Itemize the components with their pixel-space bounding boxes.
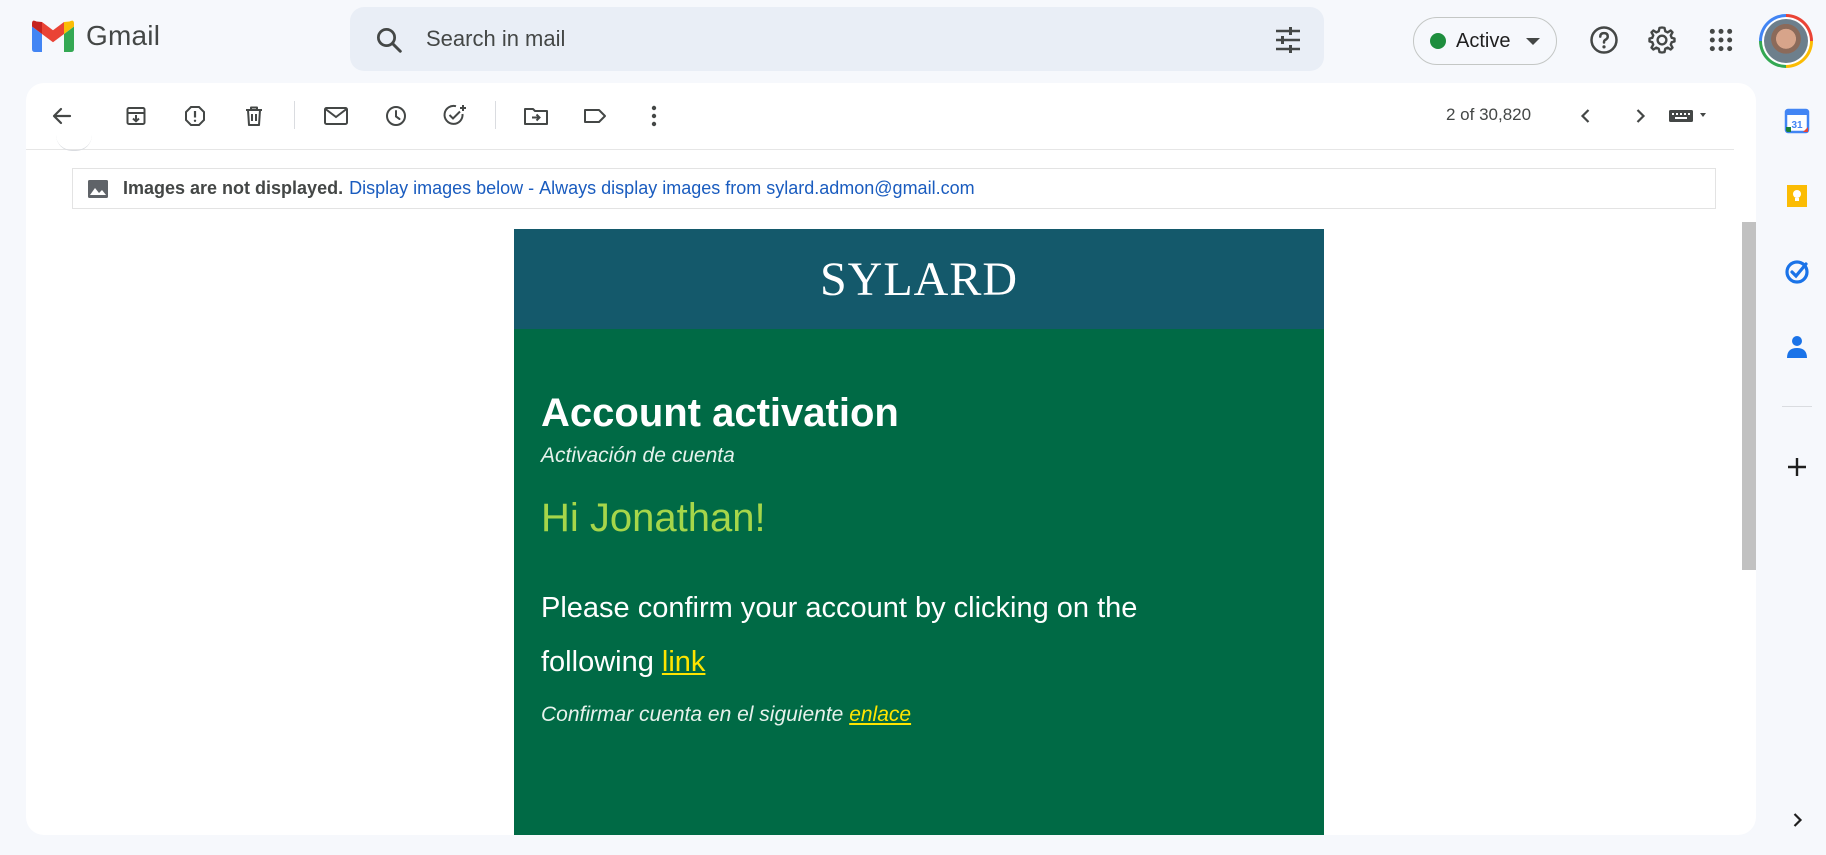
- gmail-m-icon: [32, 20, 74, 52]
- images-hidden-banner: Images are not displayed. Display images…: [72, 168, 1716, 209]
- chevron-left-icon[interactable]: [1570, 100, 1602, 132]
- back-arrow-icon[interactable]: [46, 100, 78, 132]
- keep-notes-icon[interactable]: [1783, 182, 1811, 210]
- calendar-icon[interactable]: 31: [1783, 107, 1811, 135]
- label-tag-icon[interactable]: [579, 100, 611, 132]
- confirm-message-es: Confirmar cuenta en el siguiente enlace: [541, 703, 1297, 727]
- confirm-link-es[interactable]: enlace: [849, 703, 911, 726]
- status-dot-icon: [1430, 33, 1446, 49]
- toolbar-divider: [294, 101, 295, 129]
- email-brand-header: SYLARD: [514, 229, 1324, 329]
- input-tools-keyboard-icon[interactable]: [1662, 100, 1722, 132]
- settings-gear-icon[interactable]: [1644, 22, 1680, 58]
- delete-trash-icon[interactable]: [238, 100, 270, 132]
- search-options-icon[interactable]: [1274, 27, 1302, 53]
- add-to-tasks-icon[interactable]: [439, 100, 471, 132]
- calendar-day: 31: [1791, 120, 1803, 131]
- confirm-message-es-text: Confirmar cuenta en el siguiente: [541, 703, 844, 726]
- message-counter: 2 of 30,820: [1446, 105, 1532, 124]
- message-toolbar: 2 of 30,820: [26, 83, 1756, 147]
- confirm-message: Please confirm your account by clicking …: [541, 581, 1181, 689]
- apps-grid-icon[interactable]: [1703, 22, 1739, 58]
- confirm-message-text: Please confirm your account by clicking …: [541, 592, 1138, 678]
- email-body: Account activation Activación de cuenta …: [514, 329, 1324, 835]
- archive-icon[interactable]: [120, 100, 152, 132]
- status-dropdown[interactable]: Active: [1413, 17, 1557, 65]
- side-panel-divider: [1782, 406, 1812, 407]
- app-name: Gmail: [86, 20, 161, 51]
- gmail-logo[interactable]: Gmail: [32, 20, 160, 52]
- toolbar-divider: [495, 101, 496, 129]
- add-addon-plus-icon[interactable]: [1783, 453, 1811, 481]
- chevron-down-icon: [1526, 37, 1541, 45]
- status-label: Active: [1456, 29, 1511, 52]
- email-title: Account activation: [541, 391, 899, 435]
- search-bar[interactable]: [350, 7, 1324, 71]
- always-display-images-link[interactable]: Always display images from sylard.admon@…: [539, 178, 974, 199]
- help-icon[interactable]: [1586, 22, 1622, 58]
- report-spam-icon[interactable]: [179, 100, 211, 132]
- email-content: SYLARD Account activation Activación de …: [514, 229, 1324, 835]
- move-to-folder-icon[interactable]: [520, 100, 552, 132]
- images-notice: Images are not displayed.: [123, 178, 344, 198]
- more-options-icon[interactable]: [638, 100, 670, 132]
- chevron-right-icon[interactable]: [1624, 100, 1656, 132]
- display-images-below-link[interactable]: Display images below: [349, 178, 523, 199]
- scrollbar-thumb[interactable]: [1742, 222, 1756, 570]
- top-bar: Gmail Active: [0, 0, 1826, 80]
- avatar-photo: [1764, 19, 1808, 63]
- search-input[interactable]: [426, 21, 1226, 57]
- snooze-clock-icon[interactable]: [380, 100, 412, 132]
- brand-name: SYLARD: [819, 252, 1019, 306]
- tasks-icon[interactable]: [1783, 258, 1811, 286]
- show-side-panel-chevron-icon[interactable]: [1783, 806, 1811, 834]
- banner-separator: -: [523, 178, 540, 198]
- confirm-link[interactable]: link: [662, 646, 706, 678]
- email-subtitle: Activación de cuenta: [541, 444, 735, 467]
- greeting: Hi Jonathan!: [541, 496, 766, 540]
- contacts-icon[interactable]: [1783, 333, 1811, 361]
- search-icon[interactable]: [374, 25, 404, 55]
- mark-unread-mail-icon[interactable]: [320, 100, 352, 132]
- message-panel: 2 of 30,820 Images are not displayed. Di…: [26, 83, 1756, 835]
- toolbar-divider-line: [26, 149, 1734, 150]
- avatar-frame: [1762, 17, 1810, 65]
- image-icon: [88, 179, 108, 198]
- account-avatar[interactable]: [1759, 14, 1813, 68]
